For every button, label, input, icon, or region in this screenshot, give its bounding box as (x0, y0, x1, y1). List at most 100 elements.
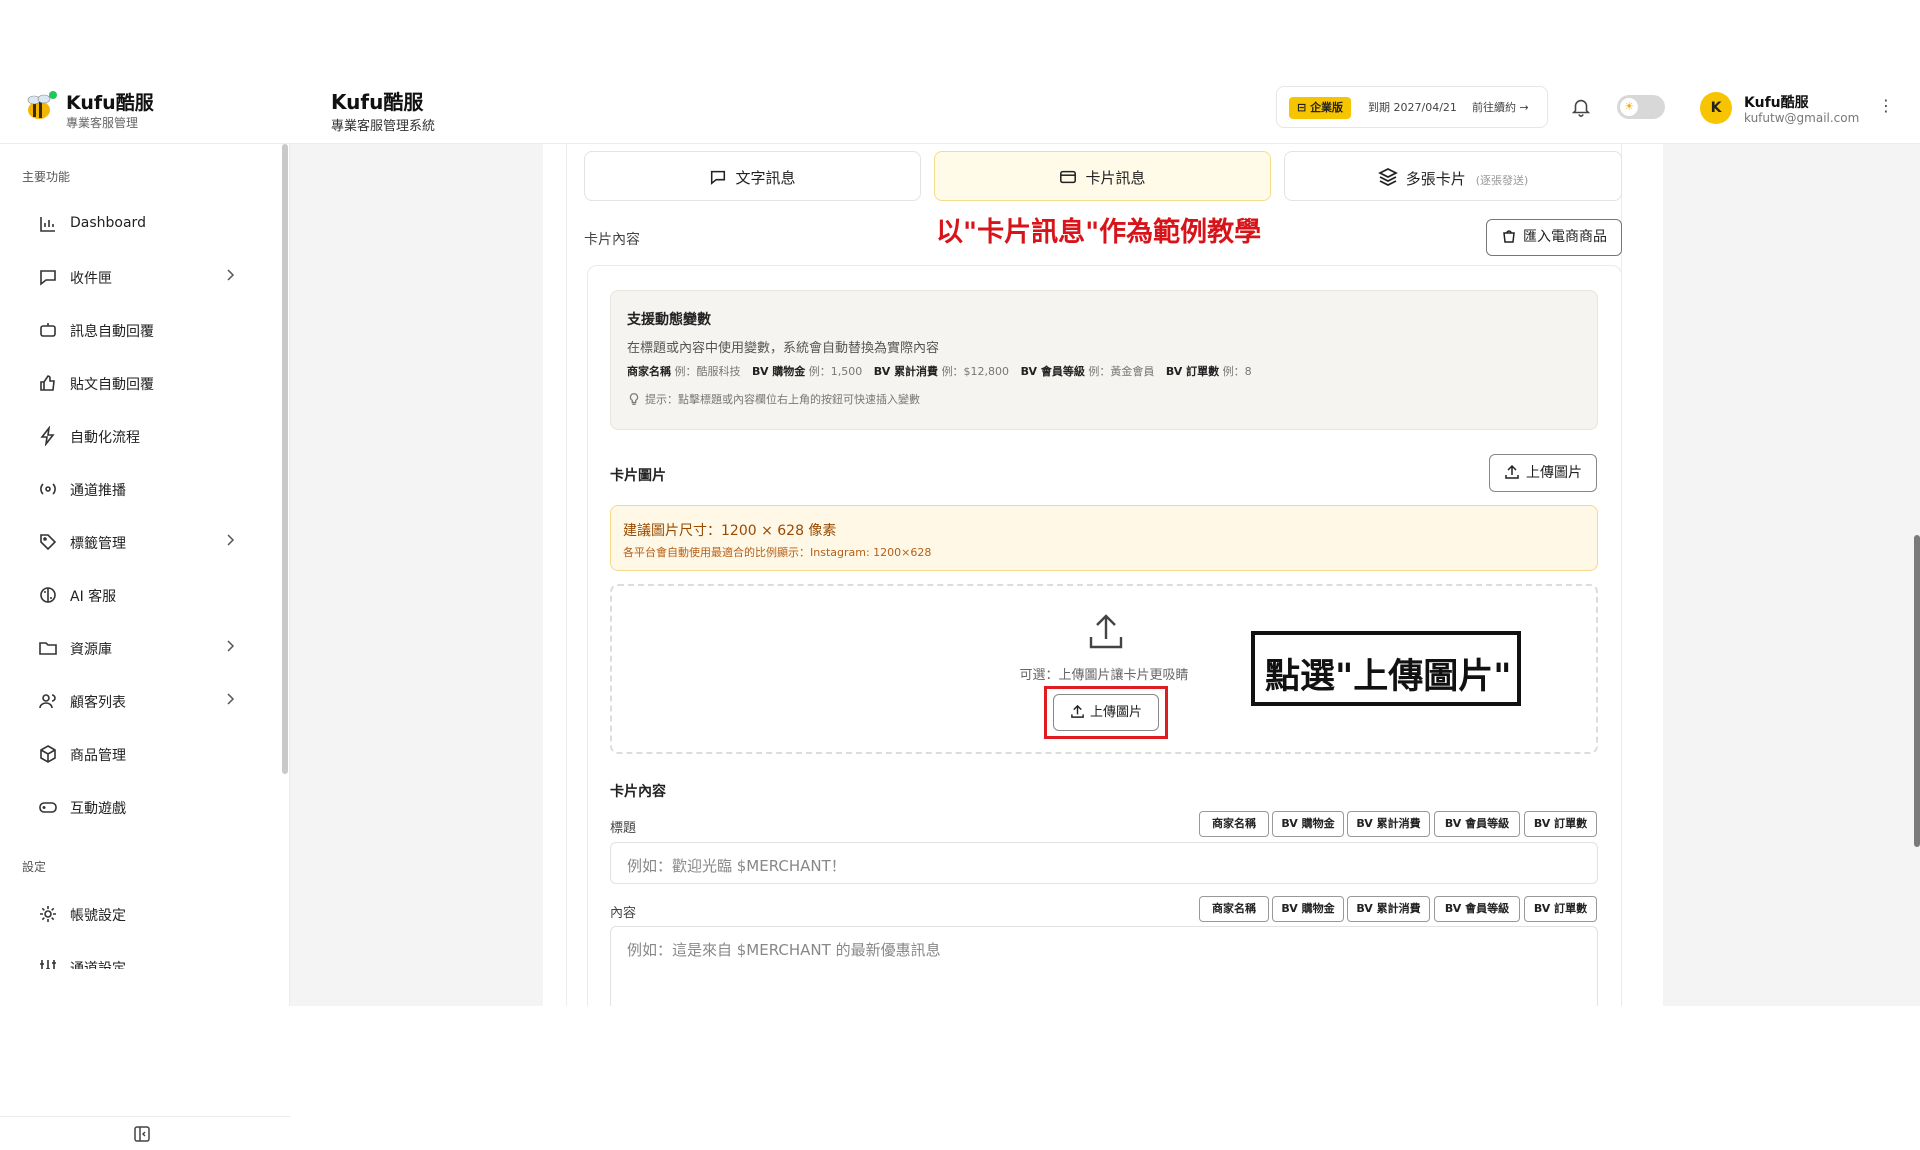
plan-expire: 到期 2027/04/21 (1368, 101, 1457, 114)
lightbulb-icon (629, 393, 639, 405)
sidebar-item-customers[interactable]: 顧客列表 (30, 681, 250, 721)
content-field-label: 內容 (610, 906, 637, 921)
folder-icon (39, 642, 57, 655)
package-icon (40, 745, 56, 763)
sidebar-item-resources[interactable]: 資源庫 (30, 628, 250, 668)
sidebar-item-label: 資源庫 (70, 642, 112, 658)
avatar[interactable]: K (1700, 92, 1732, 124)
insert-bv-orders-button[interactable]: BV 訂單數 (1524, 811, 1597, 837)
content-textarea[interactable]: 例如：這是來自 $MERCHANT 的最新優惠訊息 (610, 926, 1598, 1006)
insert-bv-spending-button[interactable]: BV 累計消費 (1347, 811, 1430, 837)
sidebar-item-products[interactable]: 商品管理 (30, 734, 250, 774)
page-scrollbar[interactable] (1914, 535, 1920, 847)
import-products-label: 匯入電商商品 (1523, 229, 1607, 245)
dropzone-upload-button[interactable]: 上傳圖片 (1053, 694, 1159, 731)
import-products-button[interactable]: 匯入電商商品 (1486, 219, 1622, 256)
highlight-frame: 上傳圖片 (1044, 686, 1168, 739)
users-icon (39, 694, 56, 709)
brain-icon (40, 587, 56, 603)
variable-example: 例：1,500 (808, 365, 863, 378)
theme-toggle[interactable]: ☀ (1617, 95, 1665, 119)
image-size-hint: 建議圖片尺寸：1200 × 628 像素 各平台會自動使用最適合的比例顯示：In… (610, 505, 1598, 571)
sidebar-item-label: 顧客列表 (70, 695, 126, 711)
tag-icon (40, 534, 57, 551)
upload-icon (1505, 464, 1519, 479)
credit-card-icon (1060, 170, 1077, 184)
bot-icon (40, 323, 56, 337)
sidebar-item-label: 通道設定 (70, 961, 126, 969)
variable-name: BV 購物金 (752, 365, 806, 378)
insert-bv-spending-button[interactable]: BV 累計消費 (1347, 896, 1430, 922)
more-vertical-icon[interactable]: ⋮ (1878, 96, 1894, 115)
sidebar-item-label: 商品管理 (70, 748, 126, 764)
brand[interactable]: Kufu酷服 專業客服管理 (24, 88, 264, 132)
sidebar-item-auto-reply[interactable]: 訊息自動回覆 (30, 310, 250, 350)
variable-name: BV 累計消費 (873, 365, 939, 378)
sidebar-item-tags[interactable]: 標籤管理 (30, 522, 250, 562)
sidebar-item-automation[interactable]: 自動化流程 (30, 416, 250, 456)
variable-example: 例：黃金會員 (1088, 365, 1155, 378)
app-window: Kufu酷服 專業客服管理 Kufu酷服 專業客服管理系統 ⊟ 企業版 到期 2… (0, 0, 1920, 1150)
upload-icon (1089, 614, 1123, 649)
annotation-callout: 點選"上傳圖片" (1251, 631, 1521, 706)
upload-image-label: 上傳圖片 (1526, 465, 1582, 481)
sidebar-item-games[interactable]: 互動遊戲 (30, 787, 250, 827)
tab-card-message[interactable]: 卡片訊息 (934, 151, 1271, 201)
insert-bv-level-button[interactable]: BV 會員等級 (1434, 896, 1520, 922)
insert-merchant-name-button[interactable]: 商家名稱 (1199, 811, 1269, 837)
size-hint-title: 建議圖片尺寸：1200 × 628 像素 (623, 523, 837, 539)
insert-bv-orders-button[interactable]: BV 訂單數 (1524, 896, 1597, 922)
variables-description: 在標題或內容中使用變數，系統會自動替換為實際內容 (627, 341, 940, 356)
zap-icon (40, 426, 55, 446)
title-input[interactable]: 例如：歡迎光臨 $MERCHANT！ (610, 842, 1598, 884)
sidebar-item-ai-service[interactable]: AI 客服 (30, 575, 250, 615)
plan-status: ⊟ 企業版 到期 2027/04/21 前往續約 → (1276, 86, 1548, 128)
sidebar-scrollbar[interactable] (282, 144, 288, 774)
sidebar-item-account-settings[interactable]: 帳號設定 (30, 894, 250, 934)
sidebar-item-label: Dashboard (70, 215, 146, 231)
tab-label: 文字訊息 (735, 169, 796, 187)
user-name: Kufu酷服 (1744, 95, 1809, 111)
panel-collapse-icon[interactable] (133, 1125, 151, 1143)
tab-text-message[interactable]: 文字訊息 (584, 151, 921, 201)
tab-multi-card[interactable]: 多張卡片 (逐張發送) (1284, 151, 1622, 201)
variable-example: 例：8 (1222, 365, 1252, 378)
size-hint-desc: 各平台會自動使用最適合的比例顯示：Instagram: 1200×628 (623, 546, 932, 559)
renew-link[interactable]: 前往續約 → (1472, 99, 1529, 115)
variables-tip-text: 提示：點擊標題或內容欄位右上角的按鈕可快速插入變數 (645, 393, 920, 406)
card-content-label: 卡片內容 (584, 232, 640, 248)
sidebar-item-broadcast[interactable]: 通道推播 (30, 469, 250, 509)
variable-example: 例：酷服科技 (674, 365, 741, 378)
message-square-icon (711, 170, 726, 185)
message-square-icon (40, 270, 56, 286)
section-label-settings: 設定 (22, 860, 47, 874)
sidebar-item-label: 訊息自動回覆 (70, 324, 154, 340)
user-email: kufutw@gmail.com (1744, 111, 1860, 125)
thumbs-up-icon (40, 375, 55, 391)
sidebar-item-label: AI 客服 (70, 589, 117, 605)
gear-icon (40, 906, 56, 922)
upload-icon (1071, 704, 1084, 718)
variable-name: 商家名稱 (627, 365, 671, 378)
insert-bv-points-button[interactable]: BV 購物金 (1272, 811, 1344, 837)
page-title: Kufu酷服 (331, 90, 424, 114)
sidebar-item-channel-settings[interactable]: 通道設定 (30, 947, 250, 969)
sidebar-item-inbox[interactable]: 收件匣 (30, 257, 250, 297)
bell-icon[interactable] (1570, 96, 1592, 118)
chevron-right-icon (227, 640, 235, 652)
sidebar-item-dashboard[interactable]: Dashboard (30, 204, 250, 244)
sidebar-item-post-reply[interactable]: 貼文自動回覆 (30, 363, 250, 403)
radio-icon (40, 483, 56, 495)
gamepad-icon (39, 802, 57, 813)
sidebar-item-label: 標籤管理 (70, 536, 126, 552)
insert-merchant-name-button[interactable]: 商家名稱 (1199, 896, 1269, 922)
tab-label: 卡片訊息 (1085, 169, 1146, 187)
chevron-right-icon (227, 534, 235, 546)
bottom-margin (0, 1006, 1920, 1080)
insert-bv-points-button[interactable]: BV 購物金 (1272, 896, 1344, 922)
briefcase-icon: ⊟ (1297, 101, 1307, 114)
variables-list: 商家名稱 例：酷服科技 BV 購物金 例：1,500 BV 累計消費 例：$12… (627, 363, 1260, 379)
variable-name: BV 會員等級 (1020, 365, 1085, 378)
insert-bv-level-button[interactable]: BV 會員等級 (1434, 811, 1520, 837)
upload-image-button[interactable]: 上傳圖片 (1489, 454, 1597, 492)
